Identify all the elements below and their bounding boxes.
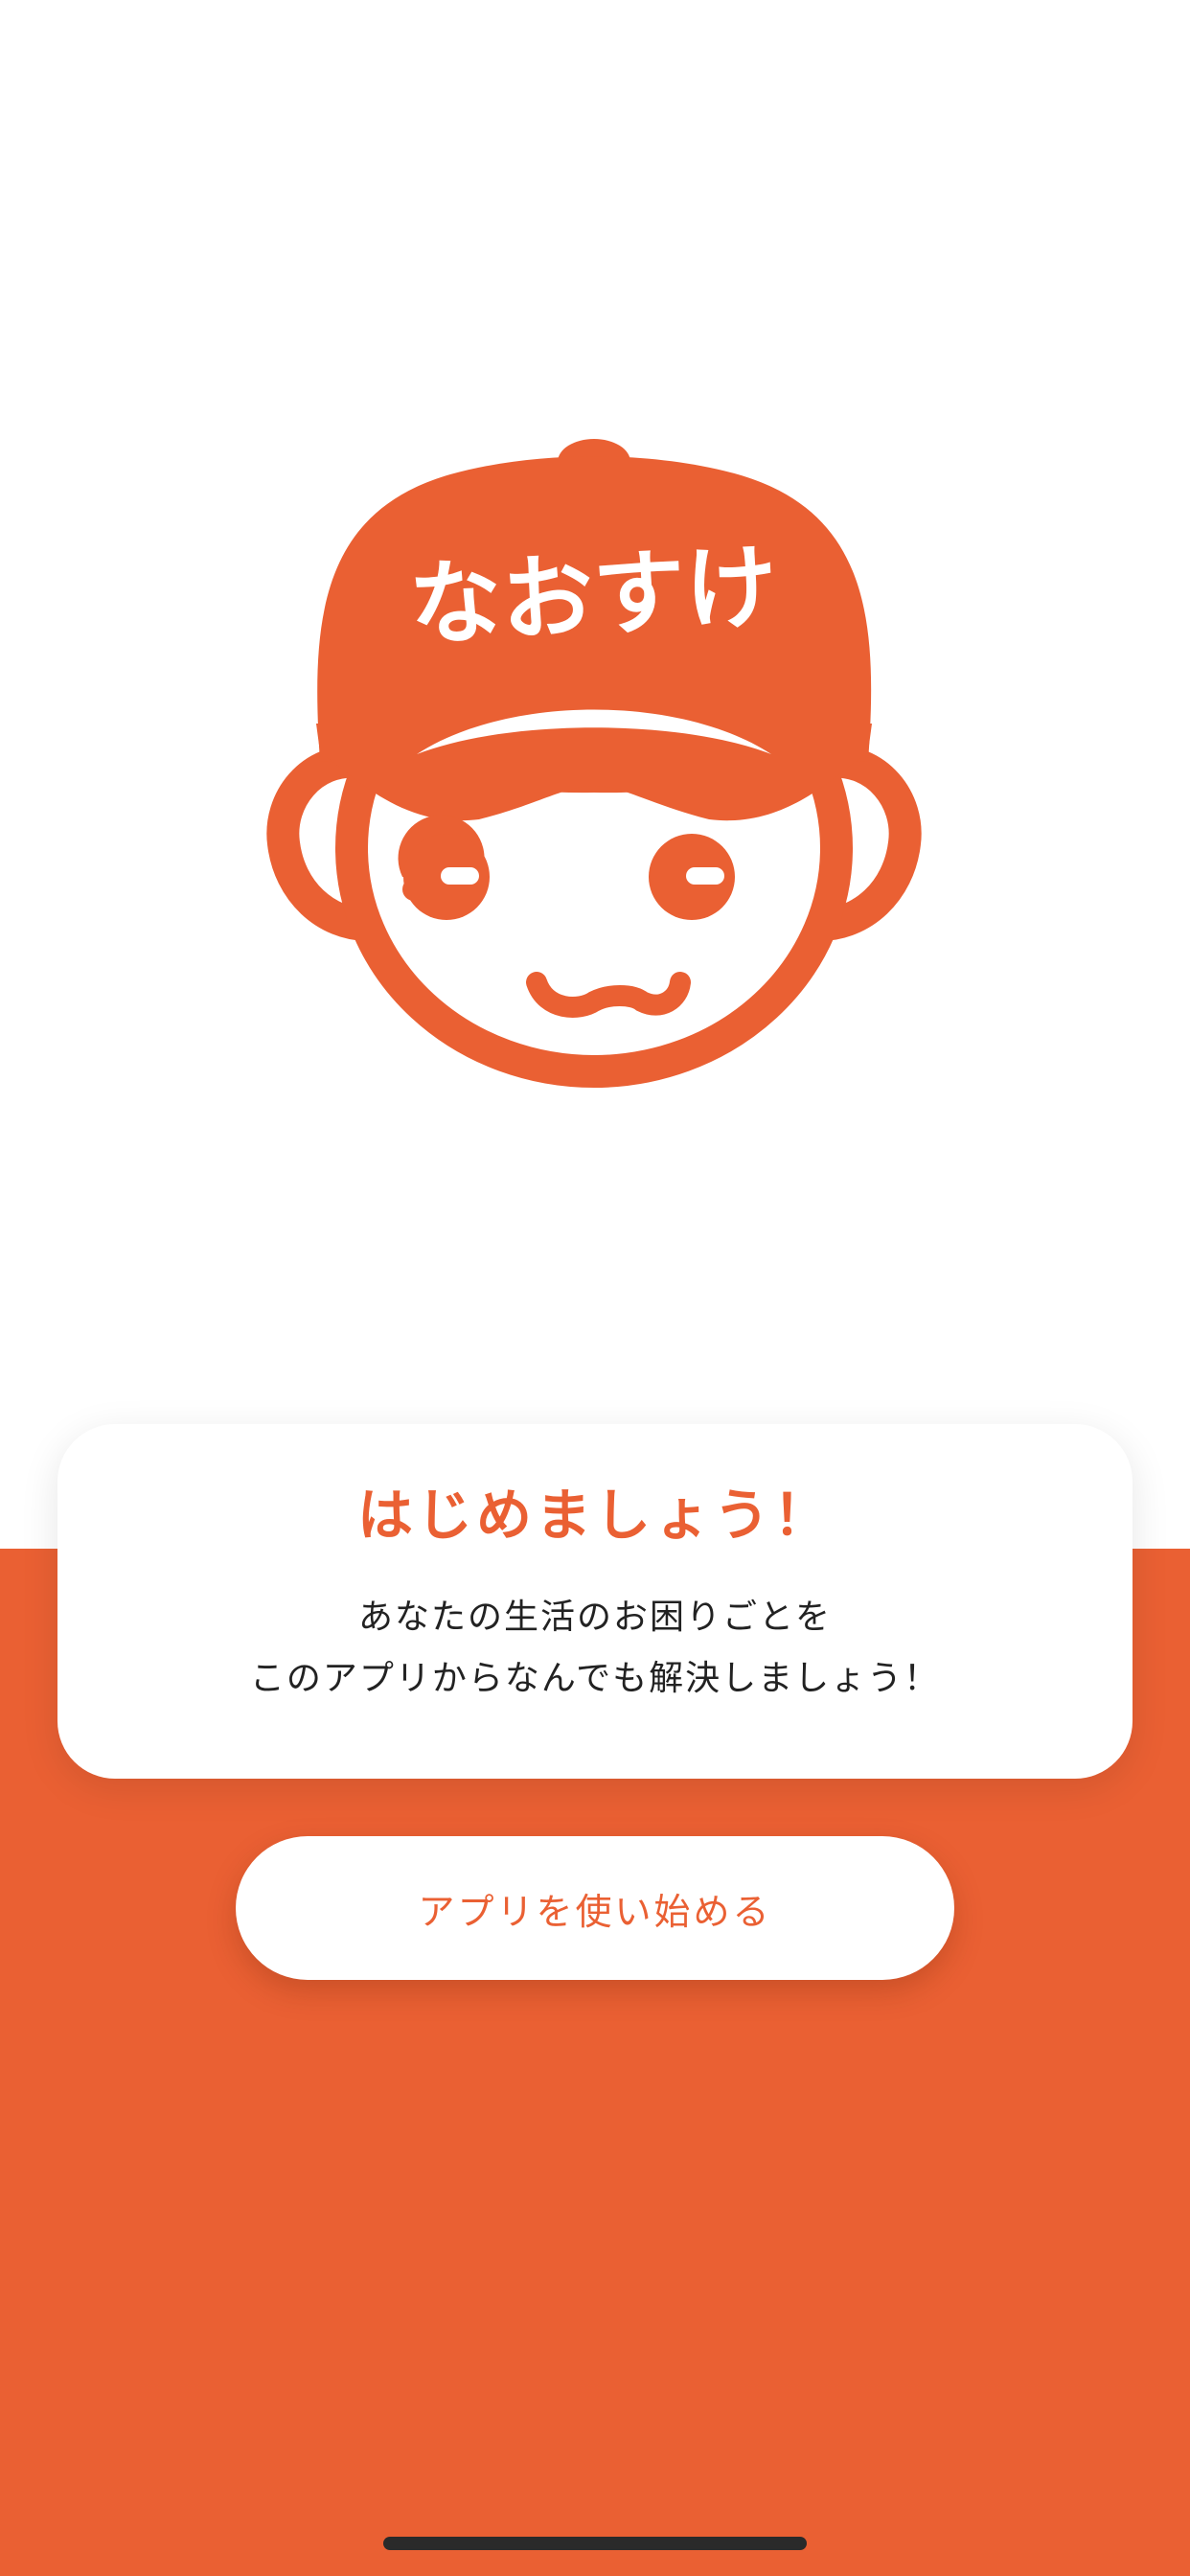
logo-text: なおすけ — [407, 533, 780, 659]
mascot-boy-with-cap-icon: なおすけ — [266, 439, 922, 1088]
intro-title: はじめましょう！ — [356, 1483, 833, 1548]
start-app-button[interactable]: アプリを使い始める — [236, 1836, 954, 1980]
onboarding-screen: なおすけ はじめましょう！ あなたの生活のお困りごとを このアプリからなんでも解… — [0, 0, 1190, 2576]
intro-card: はじめましょう！ あなたの生活のお困りごとを このアプリからなんでも解決しましょ… — [57, 1424, 1133, 1779]
intro-description-line-2: このアプリからなんでも解決しましょう！ — [249, 1659, 941, 1698]
intro-description-line-1: あなたの生活のお困りごとを — [357, 1598, 832, 1637]
mascot-logo: なおすけ — [259, 436, 929, 1107]
intro-description: あなたの生活のお困りごとを このアプリからなんでも解決しましょう！ — [57, 1587, 1133, 1710]
home-indicator[interactable] — [383, 2537, 807, 2550]
